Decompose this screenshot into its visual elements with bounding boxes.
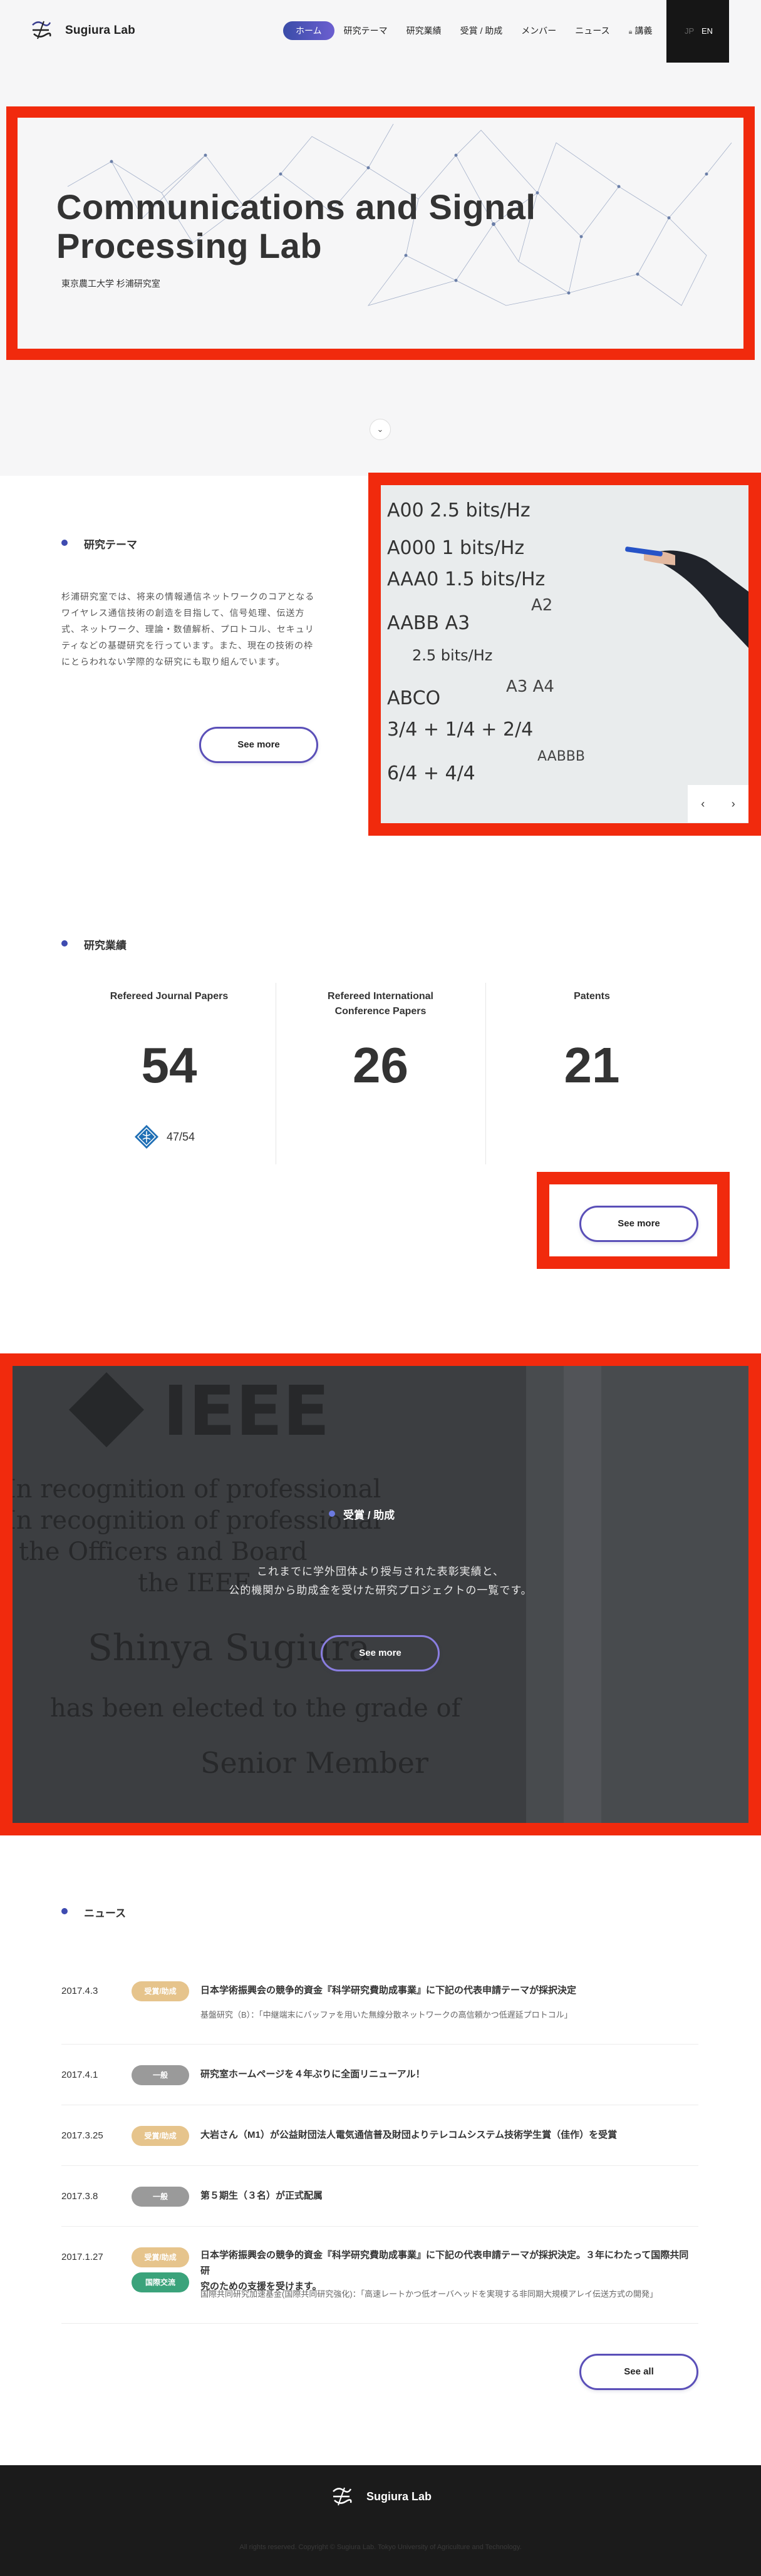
chevron-down-icon: ⌄ [376, 424, 384, 434]
news-item[interactable]: 2017.4.3 受賞/助成 日本学術振興会の競争的資金『科学研究費助成事業』に… [61, 1972, 698, 2045]
awards-more-button[interactable]: See more [321, 1635, 440, 1671]
lang-en-link[interactable]: EN [701, 26, 713, 36]
news-headline[interactable]: 大岩さん（M1）が公益財団法人電気通信普及財団よりテレコムシステム技術学生賞（佳… [200, 2127, 695, 2143]
nav-achievements[interactable]: 研究業績 [397, 21, 451, 40]
section-bullet [329, 1511, 335, 1517]
whiteboard-image: A00 2.5 bits/Hz A000 1 bits/Hz AAA0 1.5 … [381, 485, 748, 823]
news-date: 2017.4.1 [61, 2070, 98, 2080]
hero-subtitle: 東京農工大学 杉浦研究室 [61, 279, 160, 289]
news-title: ニュース [84, 1907, 127, 1919]
news-headline[interactable]: 第５期生（３名）が正式配属 [200, 2188, 695, 2204]
category-badge: 受賞/助成 [132, 1981, 189, 2001]
news-date: 2017.3.25 [61, 2130, 103, 2141]
stat-value: 26 [353, 1037, 408, 1093]
svg-text:6/4 + 4/4: 6/4 + 4/4 [387, 762, 475, 784]
stat-label: Refereed International [328, 991, 433, 1002]
category-badge: 国際交流 [132, 2272, 189, 2292]
nav-home[interactable]: ホーム [283, 21, 334, 40]
nav-lectures-label: 講義 [634, 26, 653, 36]
language-switcher [666, 0, 729, 63]
svg-text:ABCO: ABCO [387, 687, 440, 709]
news-date: 2017.1.27 [61, 2252, 103, 2262]
svg-text:A000 1 bits/Hz: A000 1 bits/Hz [387, 537, 524, 559]
news-headline[interactable]: 研究室ホームページを４年ぶりに全面リニューアル！ [200, 2066, 695, 2082]
news-item[interactable]: 2017.3.8 一般 第５期生（３名）が正式配属 [61, 2166, 698, 2227]
awards-desc-line2: 公的機関から助成金を受けた研究プロジェクトの一覧です。 [229, 1584, 532, 1596]
news-item[interactable]: 2017.3.25 受賞/助成 大岩さん（M1）が公益財団法人電気通信普及財団よ… [61, 2105, 698, 2166]
footer-copyright: All rights reserved. Copyright © Sugiura… [239, 2543, 522, 2551]
svg-text:AABBB: AABBB [537, 749, 585, 764]
patents-stat: Patents 21 [485, 989, 698, 1094]
lab-logo-icon[interactable] [30, 19, 53, 41]
svg-text:AABB A3: AABB A3 [387, 612, 470, 634]
svg-text:3/4 + 1/4 + 2/4: 3/4 + 1/4 + 2/4 [387, 719, 533, 741]
nav-awards[interactable]: 受賞 / 助成 [451, 21, 512, 40]
news-detail: 国際共同研究加速基金(国際共同研究強化)：「高速レートかつ低オーバヘッドを実現す… [200, 2289, 658, 2299]
slider-prev-button[interactable]: ‹ [688, 785, 718, 823]
awards-title: 受賞 / 助成 [343, 1509, 395, 1521]
main-nav: ホーム 研究テーマ 研究業績 受賞 / 助成 メンバー ニュース 🔒︎ 講義 [283, 21, 661, 40]
research-theme-title: 研究テーマ [84, 539, 137, 551]
category-badge: 受賞/助成 [132, 2247, 189, 2267]
achievements-more-button[interactable]: See more [579, 1206, 698, 1242]
site-footer [0, 2465, 761, 2576]
nav-research-theme[interactable]: 研究テーマ [334, 21, 397, 40]
news-detail: 基盤研究（B）：「中継端末にバッファを用いた無線分散ネットワークの高信頼かつ低遅… [200, 2010, 572, 2019]
news-date: 2017.3.8 [61, 2191, 98, 2202]
research-theme-more-button[interactable]: See more [199, 727, 318, 763]
nav-news[interactable]: ニュース [566, 21, 619, 40]
slider-controls: ‹ › [688, 785, 748, 823]
scroll-down-button[interactable]: ⌄ [370, 419, 391, 440]
footer-lab-name[interactable]: Sugiura Lab [366, 2490, 432, 2503]
news-item[interactable]: 2017.1.27 受賞/助成 国際交流 日本学術振興会の競争的資金『科学研究費… [61, 2227, 698, 2324]
research-theme-description: 杉浦研究室では、将来の情報通信ネットワークのコアとなるワイヤレス通信技術の創造を… [61, 592, 315, 667]
stat-label: Refereed Journal Papers [110, 991, 229, 1002]
hero-title: Communications and Signal Processing Lab [56, 188, 620, 265]
research-theme-slider: A00 2.5 bits/Hz A000 1 bits/Hz AAA0 1.5 … [368, 473, 761, 836]
svg-text:A2: A2 [531, 596, 552, 615]
hero-title-line1: Communications and Signal [56, 187, 536, 227]
news-item[interactable]: 2017.4.1 一般 研究室ホームページを４年ぶりに全面リニューアル！ [61, 2045, 698, 2105]
news-headline-line1: 日本学術振興会の競争的資金『科学研究費助成事業』に下記の代表申請テーマが採択決定… [200, 2250, 689, 2276]
section-bullet [61, 1908, 68, 1914]
news-see-all-button[interactable]: See all [579, 2354, 698, 2390]
ieee-logo-icon [135, 1125, 158, 1149]
category-badge: 一般 [132, 2187, 189, 2207]
lock-icon: 🔒︎ [628, 28, 633, 36]
svg-text:2.5 bits/Hz: 2.5 bits/Hz [412, 647, 492, 664]
conference-papers-stat: Refereed International Conference Papers… [276, 989, 485, 1094]
category-badge: 一般 [132, 2065, 189, 2085]
section-bullet [61, 540, 68, 546]
stat-value: 21 [564, 1037, 620, 1093]
slider-next-button[interactable]: › [718, 785, 749, 823]
lab-logo-text[interactable]: Sugiura Lab [65, 24, 135, 38]
section-bullet [61, 940, 68, 947]
lang-jp-link[interactable]: JP [685, 26, 694, 36]
stat-value: 54 [141, 1037, 197, 1093]
svg-text:AAA0 1.5 bits/Hz: AAA0 1.5 bits/Hz [387, 568, 545, 590]
svg-text:A00 2.5 bits/Hz: A00 2.5 bits/Hz [387, 500, 531, 521]
achievements-title: 研究業績 [84, 940, 127, 952]
nav-lectures[interactable]: 🔒︎ 講義 [619, 21, 662, 40]
news-date: 2017.4.3 [61, 1986, 98, 1996]
lab-logo-icon[interactable] [331, 2485, 353, 2508]
stat-label-line2: Conference Papers [334, 1006, 427, 1017]
awards-description: これまでに学外団体より授与された表彰実績と、 公的機関から助成金を受けた研究プロ… [213, 1563, 548, 1600]
hero-title-line2: Processing Lab [56, 226, 323, 265]
category-badge: 受賞/助成 [132, 2126, 189, 2146]
ieee-ratio-text: 47/54 [167, 1131, 195, 1143]
svg-text:A3 A4: A3 A4 [506, 677, 554, 696]
stat-label: Patents [574, 991, 610, 1002]
news-headline[interactable]: 日本学術振興会の競争的資金『科学研究費助成事業』に下記の代表申請テーマが採択決定 [200, 1983, 695, 1998]
nav-members[interactable]: メンバー [512, 21, 566, 40]
journal-papers-stat: Refereed Journal Papers 54 [66, 989, 272, 1094]
awards-desc-line1: これまでに学外団体より授与された表彰実績と、 [257, 1566, 504, 1578]
